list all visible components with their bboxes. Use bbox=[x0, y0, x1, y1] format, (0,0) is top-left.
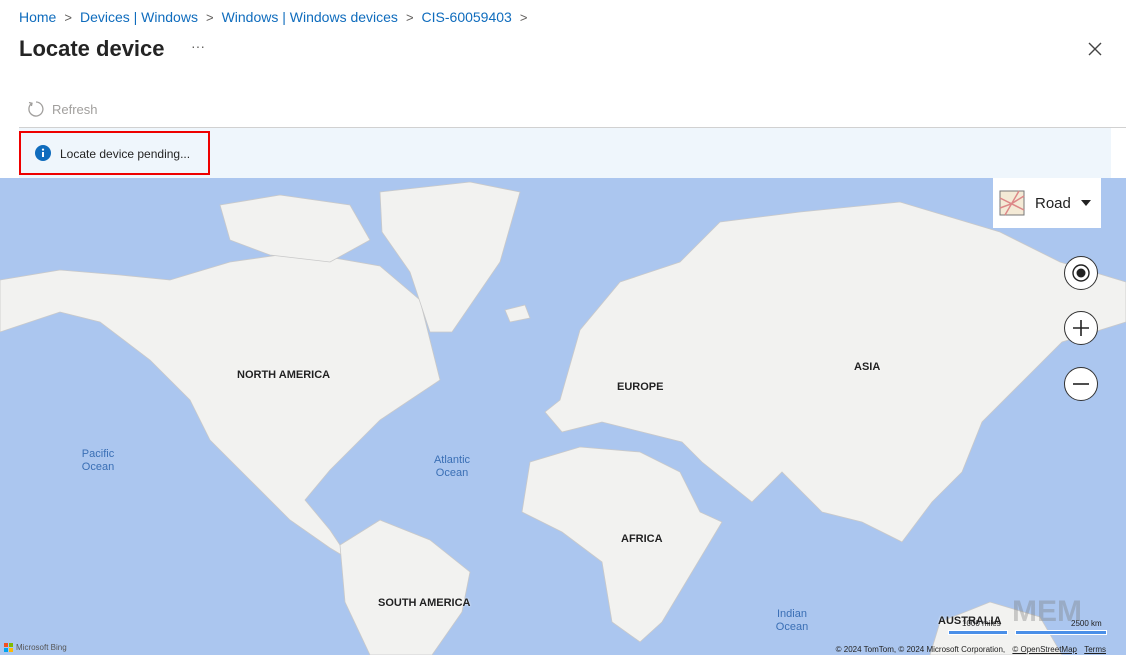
south-america-shape bbox=[339, 519, 471, 655]
bing-logo: Microsoft Bing bbox=[4, 643, 67, 652]
banner-text: Locate device pending... bbox=[60, 147, 191, 161]
close-icon[interactable] bbox=[1086, 40, 1104, 58]
attribution-text: © 2024 TomTom, © 2024 Microsoft Corporat… bbox=[835, 645, 1006, 654]
breadcrumb-device[interactable]: CIS-60059403 bbox=[422, 9, 512, 25]
watermark-logo: MEM bbox=[1012, 595, 1082, 628]
map-style-label: Road bbox=[1035, 194, 1071, 212]
label-atlantic-ocean: Atlantic Ocean bbox=[433, 454, 471, 479]
plus-icon bbox=[1073, 320, 1089, 336]
chevron-right-icon: > bbox=[405, 9, 414, 25]
iceland-shape bbox=[504, 304, 531, 323]
scale-bar-miles bbox=[948, 630, 1008, 635]
label-asia: ASIA bbox=[854, 361, 881, 373]
chevron-right-icon: > bbox=[519, 9, 528, 25]
map-land bbox=[0, 181, 1126, 655]
label-south-america: SOUTH AMERICA bbox=[378, 597, 471, 609]
locate-me-button[interactable] bbox=[1064, 256, 1098, 290]
road-map-icon bbox=[999, 190, 1025, 216]
chevron-right-icon: > bbox=[205, 9, 214, 25]
north-america-shape bbox=[0, 251, 441, 561]
microsoft-logo-icon bbox=[4, 643, 13, 652]
arctic-islands-shape bbox=[219, 194, 371, 263]
map[interactable]: NORTH AMERICA SOUTH AMERICA EUROPE AFRIC… bbox=[0, 178, 1126, 655]
more-options-button[interactable]: ··· bbox=[191, 38, 205, 54]
terms-link[interactable]: Terms bbox=[1084, 645, 1106, 654]
label-indian-ocean: Indian Ocean bbox=[775, 608, 809, 633]
label-pacific-ocean: Pacific Ocean bbox=[81, 448, 115, 473]
label-africa: AFRICA bbox=[621, 533, 663, 545]
target-icon bbox=[1072, 264, 1090, 282]
breadcrumb-windows-devices[interactable]: Windows | Windows devices bbox=[222, 9, 398, 25]
label-north-america: NORTH AMERICA bbox=[237, 369, 331, 381]
map-attribution: © 2024 TomTom, © 2024 Microsoft Corporat… bbox=[836, 645, 1106, 654]
minus-icon bbox=[1073, 383, 1089, 385]
scale-miles: 1000 miles bbox=[962, 619, 1001, 628]
map-style-selector[interactable]: Road bbox=[993, 178, 1101, 228]
label-europe: EUROPE bbox=[617, 381, 664, 393]
provider-label: Microsoft Bing bbox=[16, 643, 67, 652]
caret-down-icon bbox=[1080, 200, 1091, 206]
refresh-icon bbox=[28, 101, 44, 117]
refresh-button[interactable]: Refresh bbox=[26, 100, 98, 118]
info-icon bbox=[35, 145, 51, 161]
breadcrumb-devices-windows[interactable]: Devices | Windows bbox=[80, 9, 198, 25]
scale-bar-km bbox=[1015, 630, 1107, 635]
breadcrumb-home[interactable]: Home bbox=[19, 9, 56, 25]
refresh-label: Refresh bbox=[52, 101, 98, 117]
breadcrumb: Home > Devices | Windows > Windows | Windo… bbox=[19, 9, 527, 25]
zoom-in-button[interactable] bbox=[1064, 311, 1098, 345]
page-title: Locate device bbox=[19, 36, 165, 61]
chevron-right-icon: > bbox=[64, 9, 72, 25]
zoom-out-button[interactable] bbox=[1064, 367, 1098, 401]
openstreetmap-link[interactable]: © OpenStreetMap bbox=[1012, 645, 1077, 654]
